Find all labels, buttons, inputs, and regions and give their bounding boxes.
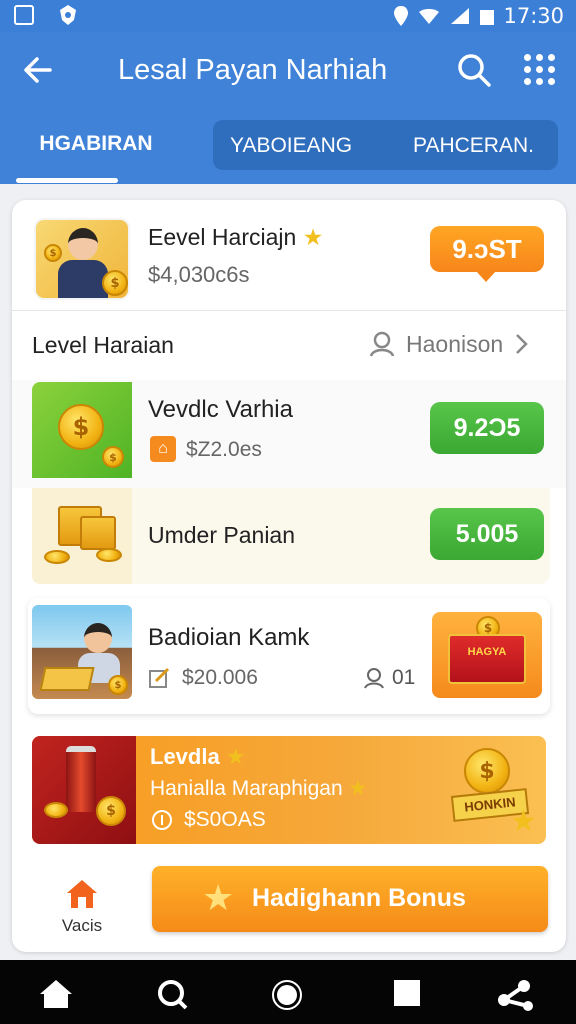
bonus-button[interactable]: ★ Hadighann Bonus xyxy=(152,866,548,932)
app-bar: Lesal Payan Narhiah HGABIRAN YABOIEANG P… xyxy=(0,32,576,184)
banner-subtitle: Hanialla Maraphigan ★ xyxy=(150,776,368,800)
status-bar: 17:30 xyxy=(0,0,576,32)
content-card: $ $ Eevel Harciajn ★ $4,030c6s 9.ɔST Lev… xyxy=(12,200,566,952)
tab-hgabiran[interactable]: HGABIRAN xyxy=(16,132,176,162)
home-icon[interactable] xyxy=(38,978,74,1010)
gallery-notification-icon xyxy=(14,5,34,25)
wifi-icon xyxy=(419,8,440,24)
reward-box-thumbnail[interactable]: $ HAGYA xyxy=(432,612,542,698)
coin-thumbnail: $ $ xyxy=(32,382,132,478)
nav-label: Vacis xyxy=(61,916,103,935)
item-title: Umder Panian xyxy=(148,522,296,548)
signal-icon xyxy=(451,8,470,24)
user-icon xyxy=(364,668,384,689)
item-price: $Z2.0es xyxy=(186,438,262,461)
tab-yaboieang[interactable]: YABOIEANG xyxy=(230,134,352,158)
page-title: Lesal Payan Narhiah xyxy=(118,54,388,86)
star-icon: ★ xyxy=(510,804,537,839)
divider xyxy=(12,310,566,311)
system-nav-bar xyxy=(0,960,576,1024)
battery-icon xyxy=(480,10,495,25)
photo-thumbnail: $ xyxy=(32,605,132,699)
item-count: 01 xyxy=(362,666,415,690)
tab-pahceran[interactable]: PAHCERAN. xyxy=(413,134,534,158)
status-time: 17:30 xyxy=(503,4,564,28)
promo-banner[interactable]: $ Levdla ★ Hanialla Maraphigan ★ $S0OAS … xyxy=(32,736,546,844)
featured-avatar: $ $ xyxy=(34,218,130,300)
home-icon xyxy=(67,880,97,908)
search-icon[interactable] xyxy=(156,978,190,1012)
banner-price-row: $S0OAS xyxy=(150,808,266,832)
star-icon: ★ xyxy=(302,225,324,251)
share-icon[interactable] xyxy=(496,978,536,1012)
section-link[interactable]: Haonison xyxy=(368,330,529,358)
featured-title: Eevel Harciajn ★ xyxy=(148,224,324,251)
coin-icon xyxy=(152,810,172,830)
search-icon[interactable] xyxy=(456,52,492,88)
location-icon xyxy=(394,6,409,26)
gold-box-thumbnail xyxy=(32,488,132,584)
home-nav-item[interactable]: Vacis xyxy=(42,878,122,938)
tag-icon: ⌂ xyxy=(150,436,176,462)
item-title: Badioian Kamk xyxy=(148,624,310,651)
edit-icon xyxy=(149,667,170,688)
grid-menu-icon[interactable] xyxy=(524,54,556,86)
item-price: $20.006 xyxy=(182,666,258,689)
chevron-right-icon xyxy=(516,334,528,354)
item-title: Vevdlc Varhia xyxy=(148,396,293,423)
tab-active-indicator xyxy=(16,178,118,183)
circle-home-icon[interactable] xyxy=(270,978,304,1012)
banner-price: $S0OAS xyxy=(184,808,266,831)
featured-value-badge[interactable]: 9.ɔST xyxy=(430,226,544,282)
featured-price: $4,030c6s xyxy=(148,262,250,287)
section-label: Level Haraian xyxy=(32,332,174,358)
item-value-button[interactable]: 9.2Ͻ5 xyxy=(430,402,544,454)
back-arrow-icon[interactable] xyxy=(20,52,56,88)
user-icon xyxy=(369,331,395,357)
banner-title: Levdla ★ xyxy=(150,744,246,770)
coin-icon: $ xyxy=(464,748,510,794)
promo-image: $ xyxy=(32,736,136,844)
star-icon: ★ xyxy=(348,776,368,800)
star-icon: ★ xyxy=(225,745,246,770)
reward-tag: HAGYA xyxy=(448,634,526,684)
item-value-button[interactable]: 5.005 xyxy=(430,508,544,560)
recents-icon[interactable] xyxy=(392,978,422,1008)
star-icon: ★ xyxy=(202,878,235,919)
item-price-row: $20.006 xyxy=(148,666,258,690)
shield-notification-icon xyxy=(60,5,76,25)
